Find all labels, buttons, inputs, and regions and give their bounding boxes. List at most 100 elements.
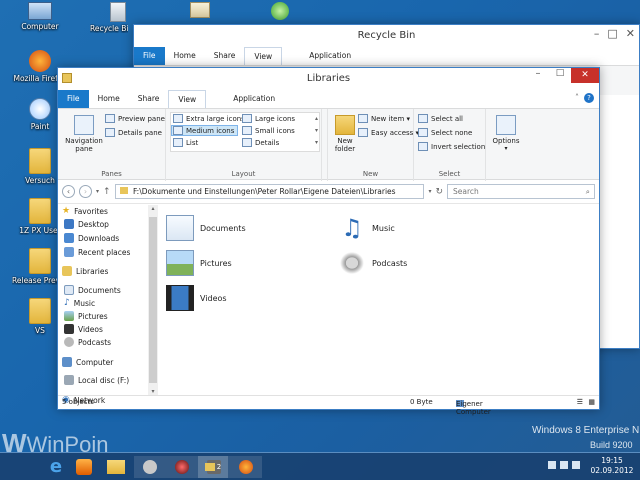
nav-recent-places[interactable]: Recent places (64, 247, 130, 257)
tab-share[interactable]: Share (205, 47, 245, 65)
taskbar-app-2[interactable] (166, 456, 198, 478)
tab-home[interactable]: Home (89, 90, 129, 108)
layout-medium-icons[interactable]: Medium icons (171, 125, 239, 136)
large-icons-icon (242, 114, 252, 123)
taskbar-firefox[interactable] (230, 456, 262, 478)
minimize-icon[interactable]: – (594, 27, 600, 40)
new-folder-button[interactable]: New folder (330, 115, 360, 153)
nav-desktop[interactable]: Desktop (64, 219, 109, 229)
music-icon: ♪ (64, 298, 70, 308)
small-icons-icon (242, 126, 252, 135)
green-gear-icon (271, 2, 289, 20)
folder-icon (204, 463, 215, 471)
library-music[interactable]: ♫ Music (338, 215, 395, 241)
explorer-body: ★ Favorites Desktop Downloads Recent pla… (58, 205, 599, 405)
forward-button[interactable]: › (79, 185, 92, 198)
icons-view-toggle[interactable]: ▦ (588, 398, 595, 406)
tab-file[interactable]: File (58, 90, 89, 108)
firefox-icon (29, 50, 51, 72)
downloads-icon (64, 233, 74, 243)
desktop-icon-gear[interactable] (252, 2, 308, 22)
search-icon: ⌕ (585, 187, 590, 196)
library-documents[interactable]: Documents (166, 215, 246, 241)
taskbar: e 2 19:15 02.09.2012 (0, 452, 640, 480)
scroll-up-arrow[interactable]: ▴ (148, 205, 158, 212)
nav-podcasts[interactable]: Podcasts (64, 337, 111, 347)
layout-scroll-arrows[interactable]: ▴ ▾ ▾ (315, 113, 318, 149)
taskbar-media-player[interactable] (68, 456, 100, 478)
options-button[interactable]: Options ▾ (490, 115, 522, 153)
invert-selection-button[interactable]: Invert selection (418, 142, 485, 151)
address-bar[interactable]: F:\Dokumente und Einstellungen\Peter Rol… (114, 184, 425, 199)
maximize-icon[interactable]: □ (607, 27, 617, 40)
nav-local-disc[interactable]: Local disc (F:) (64, 375, 129, 385)
navigation-pane-scrollbar[interactable]: ▴ ▾ (148, 205, 158, 395)
tab-view[interactable]: View (168, 90, 207, 108)
scroll-down-arrow[interactable]: ▾ (148, 388, 158, 395)
tab-file[interactable]: File (134, 47, 165, 65)
library-videos[interactable]: Videos (166, 285, 227, 311)
content-pane: Documents ♫ Music Pictures Podcasts Vide… (158, 205, 599, 395)
library-pictures[interactable]: Pictures (166, 250, 232, 276)
ribbon-group-panes: Navigation pane Preview pane Details pan… (58, 109, 166, 181)
nav-libraries[interactable]: Libraries (62, 266, 108, 276)
app-red-icon (175, 460, 189, 474)
clock[interactable]: 19:15 02.09.2012 (588, 456, 636, 476)
medium-icons-icon (173, 126, 183, 135)
close-button[interactable]: ✕ (571, 68, 599, 83)
tab-application[interactable]: Application (300, 47, 360, 65)
new-item-icon (358, 114, 368, 123)
layout-extra-large-icons[interactable]: Extra large icons (173, 114, 245, 123)
taskbar-explorer-windows[interactable]: 2 (198, 456, 228, 478)
desktop-icon-image[interactable] (172, 2, 228, 20)
tray-icons[interactable] (548, 461, 580, 469)
nav-favorites[interactable]: ★ Favorites (62, 206, 108, 216)
layout-list[interactable]: List (173, 138, 198, 147)
desktop-icon-computer[interactable]: Computer (12, 2, 68, 31)
nav-videos[interactable]: Videos (64, 324, 103, 334)
maximize-button[interactable]: □ (549, 68, 571, 83)
network-tray-icon (548, 461, 556, 469)
ribbon-collapse-icon[interactable]: ˄ (575, 93, 579, 102)
music-library-icon: ♫ (341, 214, 363, 242)
recent-locations-icon[interactable]: ▾ (96, 188, 99, 195)
layout-large-icons[interactable]: Large icons (242, 114, 295, 123)
tab-application[interactable]: Application (224, 90, 284, 108)
search-input[interactable]: Search ⌕ (447, 184, 595, 199)
navigation-pane-button[interactable]: Navigation pane (62, 115, 106, 153)
preview-pane-button[interactable]: Preview pane (105, 114, 165, 123)
minimize-button[interactable]: – (527, 68, 549, 83)
library-podcasts[interactable]: Podcasts (338, 250, 407, 276)
select-all-button[interactable]: Select all (418, 114, 463, 123)
nav-pictures[interactable]: Pictures (64, 311, 108, 321)
tab-view[interactable]: View (244, 47, 283, 65)
desktop-icon (64, 219, 74, 229)
details-pane-button[interactable]: Details pane (105, 128, 162, 137)
taskbar-explorer[interactable] (100, 456, 132, 478)
close-icon[interactable]: ✕ (626, 27, 635, 40)
tab-share[interactable]: Share (129, 90, 169, 108)
podcasts-library-icon (338, 250, 366, 276)
libraries-title: Libraries (58, 68, 599, 90)
select-none-button[interactable]: Select none (418, 128, 472, 137)
easy-access-button[interactable]: Easy access ▾ (358, 128, 419, 137)
details-view-toggle[interactable]: ☰ (577, 398, 583, 406)
libraries-window[interactable]: Libraries – □ ✕ File Home Share View App… (57, 67, 600, 416)
nav-downloads[interactable]: Downloads (64, 233, 119, 243)
tab-home[interactable]: Home (165, 47, 205, 65)
layout-small-icons[interactable]: Small icons (242, 126, 295, 135)
new-item-button[interactable]: New item ▾ (358, 114, 410, 123)
up-button[interactable]: ↑ (103, 187, 111, 197)
scrollbar-thumb[interactable] (149, 217, 157, 383)
nav-computer[interactable]: Computer (62, 357, 113, 367)
back-button[interactable]: ‹ (62, 185, 75, 198)
refresh-icon[interactable]: ↻ (435, 187, 443, 197)
pictures-library-icon (166, 250, 194, 276)
preview-pane-icon (105, 114, 115, 123)
nav-documents[interactable]: Documents (64, 285, 121, 295)
help-icon[interactable]: ? (584, 93, 594, 103)
nav-music[interactable]: ♪ Music (64, 298, 95, 308)
layout-details[interactable]: Details (242, 138, 279, 147)
taskbar-app-1[interactable] (134, 456, 166, 478)
address-dropdown-icon[interactable]: ▾ (428, 188, 431, 195)
